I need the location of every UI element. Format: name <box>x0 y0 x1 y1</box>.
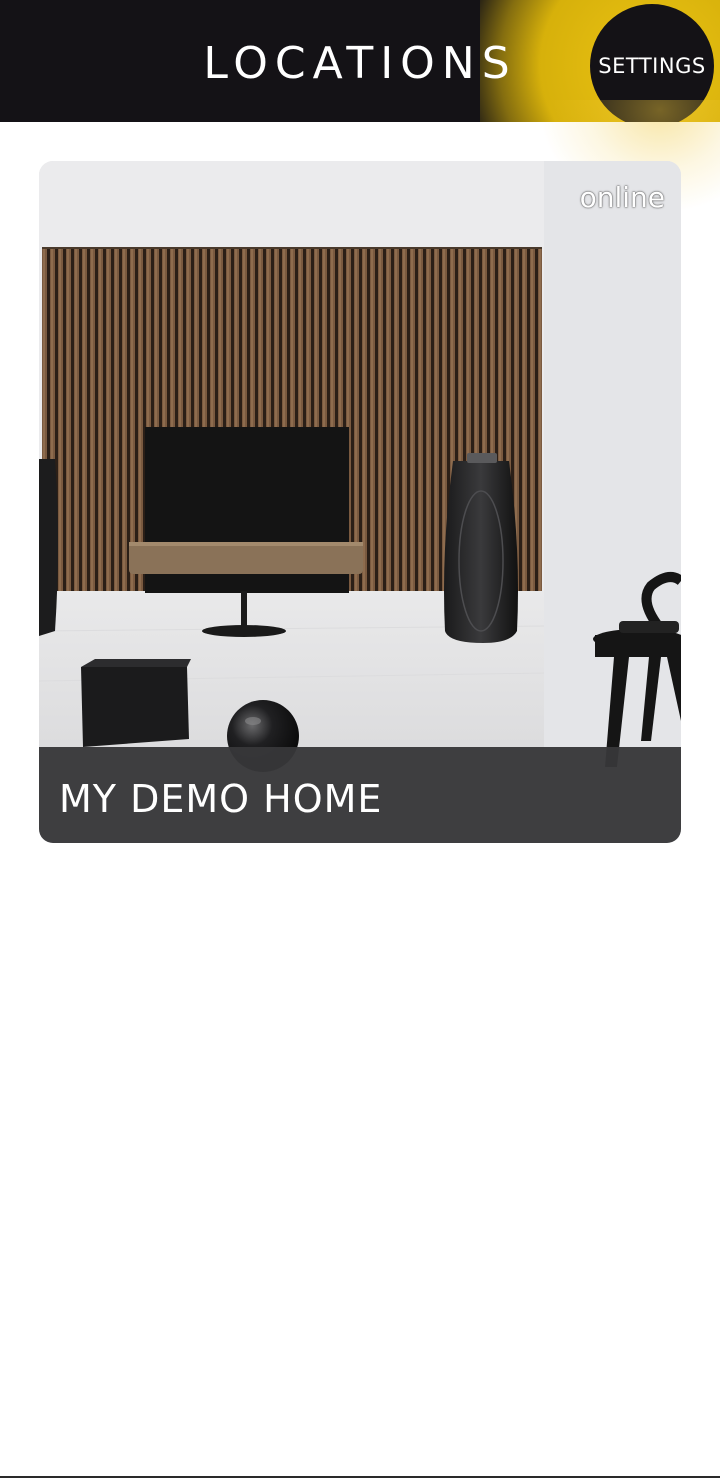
location-photo <box>39 161 681 843</box>
location-card[interactable]: online MY DEMO HOME <box>39 161 681 843</box>
status-label: online <box>579 181 665 214</box>
location-name: MY DEMO HOME <box>59 777 383 821</box>
card-footer: MY DEMO HOME <box>39 747 681 843</box>
app-header: LOCATIONS SETTINGS <box>0 0 720 122</box>
settings-button[interactable]: SETTINGS <box>590 4 714 122</box>
